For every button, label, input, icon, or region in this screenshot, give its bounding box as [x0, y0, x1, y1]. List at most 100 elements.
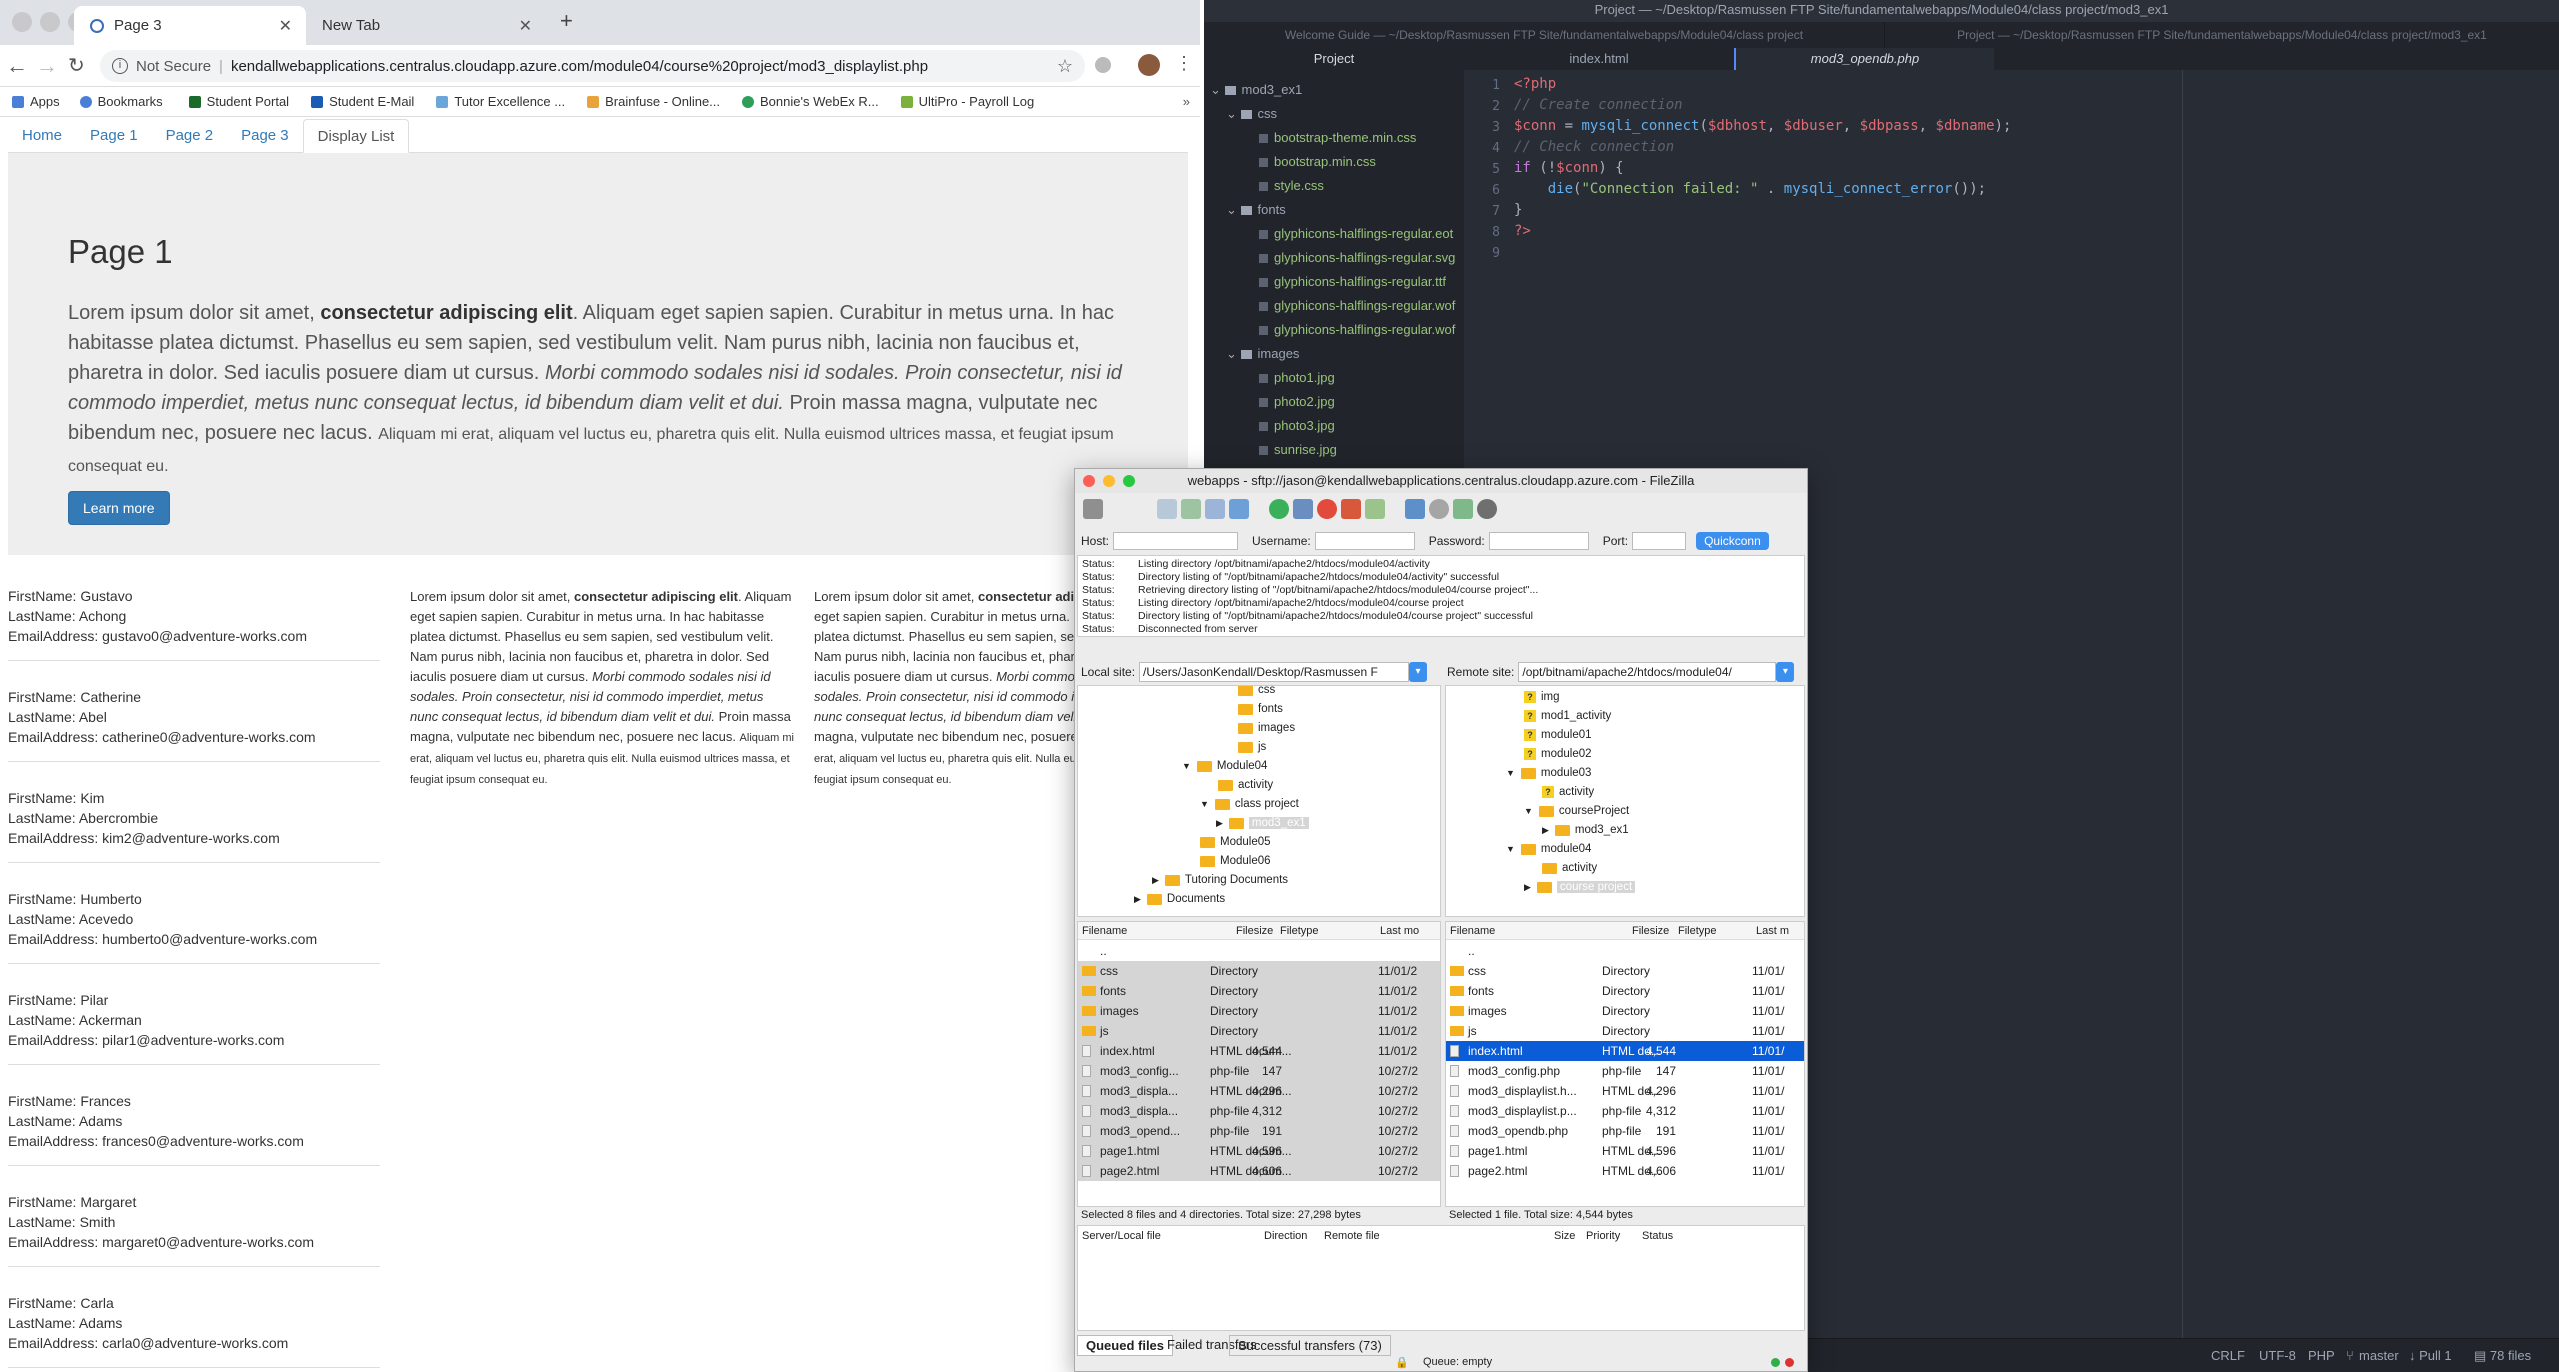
editor-tab-opendb[interactable]: mod3_opendb.php: [1734, 48, 1994, 70]
extension-icon[interactable]: [1095, 57, 1111, 73]
site-manager-icon[interactable]: [1083, 499, 1103, 519]
remote-site-path[interactable]: /opt/bitnami/apache2/htdocs/module04/: [1518, 662, 1777, 682]
sort-modified[interactable]: Last m: [1756, 925, 1789, 937]
back-arrow-icon[interactable]: ←: [6, 53, 28, 79]
tree-file[interactable]: glyphicons-halflings-regular.eot: [1259, 226, 1453, 241]
local-dir-tree[interactable]: css fonts images js ▼ Module04 activity ▼…: [1077, 685, 1441, 917]
zoom-window-button[interactable]: [1123, 475, 1135, 487]
file-row[interactable]: css Directory 11/01/2: [1078, 961, 1440, 981]
queue-col-status[interactable]: Status: [1642, 1230, 1673, 1242]
file-row[interactable]: ..: [1446, 941, 1804, 961]
nav-page-1[interactable]: Page 1: [76, 118, 152, 152]
queue-col-priority[interactable]: Priority: [1586, 1230, 1620, 1242]
local-file-list[interactable]: Filename Filesize Filetype Last mo .. css…: [1077, 921, 1441, 1207]
file-row[interactable]: mod3_config.php 147 php-file 11/01/: [1446, 1061, 1804, 1081]
toggle-queue-icon[interactable]: [1229, 499, 1249, 519]
reconnect-icon[interactable]: [1365, 499, 1385, 519]
transfer-queue[interactable]: Server/Local file Direction Remote file …: [1077, 1225, 1805, 1331]
quickconnect-button[interactable]: Quickconn: [1696, 532, 1769, 550]
queue-col-local[interactable]: Server/Local file: [1082, 1230, 1161, 1242]
toggle-remote-tree-icon[interactable]: [1205, 499, 1225, 519]
tree-file[interactable]: bootstrap.min.css: [1259, 154, 1376, 169]
nav-display-list[interactable]: Display List: [302, 119, 410, 153]
new-tab-button[interactable]: +: [560, 8, 573, 34]
queue-col-size[interactable]: Size: [1554, 1230, 1575, 1242]
sort-filesize[interactable]: Filesize: [1632, 925, 1669, 937]
sort-filename[interactable]: Filename: [1082, 925, 1127, 937]
file-row[interactable]: mod3_displaylist.p... 4,312 php-file 11/01/: [1446, 1101, 1804, 1121]
queue-col-remote[interactable]: Remote file: [1324, 1230, 1380, 1242]
directory-filter-icon[interactable]: [1405, 499, 1425, 519]
bookmark-student-email[interactable]: Student E-Mail: [311, 94, 414, 109]
minimize-window-button[interactable]: [1103, 475, 1115, 487]
file-row[interactable]: mod3_displa... 4,312 php-file 10/27/2: [1078, 1101, 1440, 1121]
password-input[interactable]: [1488, 532, 1589, 550]
disconnect-icon[interactable]: [1341, 499, 1361, 519]
bookmark-tutor-excellence[interactable]: Tutor Excellence ...: [436, 94, 565, 109]
tree-folder-css[interactable]: ⌄ css: [1226, 106, 1277, 122]
close-tab-icon[interactable]: ✕: [519, 16, 532, 36]
tree-file[interactable]: bootstrap-theme.min.css: [1259, 130, 1416, 145]
tree-folder-images[interactable]: ⌄ images: [1226, 346, 1299, 362]
sync-browsing-icon[interactable]: [1453, 499, 1473, 519]
username-input[interactable]: [1314, 532, 1415, 550]
file-row[interactable]: images Directory 11/01/2: [1078, 1001, 1440, 1021]
tree-file[interactable]: photo3.jpg: [1259, 418, 1335, 433]
nav-home[interactable]: Home: [8, 118, 76, 152]
window-tab-project[interactable]: Project — ~/Desktop/Rasmussen FTP Site/f…: [1884, 22, 2559, 48]
avatar[interactable]: [1138, 54, 1160, 76]
file-row[interactable]: fonts Directory 11/01/2: [1078, 981, 1440, 1001]
file-row[interactable]: page2.html 4,606 HTML do... 11/01/: [1446, 1161, 1804, 1181]
file-row[interactable]: page1.html 4,596 HTML do... 11/01/: [1446, 1141, 1804, 1161]
line-ending-status[interactable]: CRLF: [2211, 1348, 2245, 1363]
pull-status[interactable]: ↓ Pull 1: [2409, 1348, 2452, 1363]
bookmark-ultipro[interactable]: UltiPro - Payroll Log: [900, 94, 1034, 109]
tree-file[interactable]: style.css: [1259, 178, 1324, 193]
sort-modified[interactable]: Last mo: [1380, 925, 1419, 937]
remote-file-list[interactable]: Filename Filesize Filetype Last m .. css D…: [1445, 921, 1805, 1207]
close-tab-icon[interactable]: ✕: [279, 16, 292, 36]
file-row[interactable]: page1.html 4,596 HTML docum... 10/27/2: [1078, 1141, 1440, 1161]
close-window-button[interactable]: [12, 12, 32, 32]
tab-successful-transfers[interactable]: Successful transfers (73): [1229, 1335, 1391, 1356]
tree-file[interactable]: glyphicons-halflings-regular.wof: [1259, 298, 1455, 313]
sort-filesize[interactable]: Filesize: [1236, 925, 1273, 937]
tab-new-tab[interactable]: New Tab ✕: [306, 6, 546, 45]
tree-file[interactable]: glyphicons-halflings-regular.wof: [1259, 322, 1455, 337]
file-row[interactable]: page2.html 4,606 HTML docum... 10/27/2: [1078, 1161, 1440, 1181]
file-row[interactable]: mod3_config... 147 php-file 10/27/2: [1078, 1061, 1440, 1081]
bookmark-bookmarks[interactable]: Bookmarks: [79, 94, 163, 109]
search-icon[interactable]: [1429, 499, 1449, 519]
sort-filetype[interactable]: Filetype: [1678, 925, 1717, 937]
queue-col-direction[interactable]: Direction: [1264, 1230, 1307, 1242]
file-row[interactable]: mod3_opend... 191 php-file 10/27/2: [1078, 1121, 1440, 1141]
remote-dir-tree[interactable]: ? img ? mod1_activity ? module01 ? module02 …: [1445, 685, 1805, 917]
minimize-window-button[interactable]: [40, 12, 60, 32]
file-row[interactable]: css Directory 11/01/: [1446, 961, 1804, 981]
sort-filetype[interactable]: Filetype: [1280, 925, 1319, 937]
window-tab-welcome[interactable]: Welcome Guide — ~/Desktop/Rasmussen FTP …: [1204, 22, 1884, 48]
file-row[interactable]: js Directory 11/01/2: [1078, 1021, 1440, 1041]
toggle-log-icon[interactable]: [1157, 499, 1177, 519]
file-row[interactable]: mod3_opendb.php 191 php-file 11/01/: [1446, 1121, 1804, 1141]
forward-arrow-icon[interactable]: →: [36, 53, 58, 79]
tab-page3[interactable]: Page 3 ✕: [74, 6, 306, 45]
tree-file[interactable]: sunrise.jpg: [1259, 442, 1337, 457]
tree-file[interactable]: glyphicons-halflings-regular.ttf: [1259, 274, 1446, 289]
file-row[interactable]: index.html 4,544 HTML docum... 11/01/2: [1078, 1041, 1440, 1061]
menu-icon[interactable]: ⋮: [1175, 53, 1193, 74]
process-queue-icon[interactable]: [1293, 499, 1313, 519]
url-text[interactable]: kendallwebapplications.centralus.cloudap…: [231, 58, 928, 75]
learn-more-button[interactable]: Learn more: [68, 491, 170, 525]
editor-tab-index[interactable]: index.html: [1464, 48, 1734, 70]
bookmark-webex[interactable]: Bonnie's WebEx R...: [742, 94, 879, 109]
tree-file[interactable]: photo2.jpg: [1259, 394, 1335, 409]
file-row[interactable]: ..: [1078, 941, 1440, 961]
bookmark-student-portal[interactable]: Student Portal: [188, 94, 289, 109]
sort-filename[interactable]: Filename: [1450, 925, 1495, 937]
file-row[interactable]: index.html 4,544 HTML do... 11/01/: [1446, 1041, 1804, 1061]
binoculars-icon[interactable]: [1477, 499, 1497, 519]
host-input[interactable]: [1113, 532, 1239, 550]
nav-page-3[interactable]: Page 3: [227, 118, 303, 152]
tree-file[interactable]: photo1.jpg: [1259, 370, 1335, 385]
